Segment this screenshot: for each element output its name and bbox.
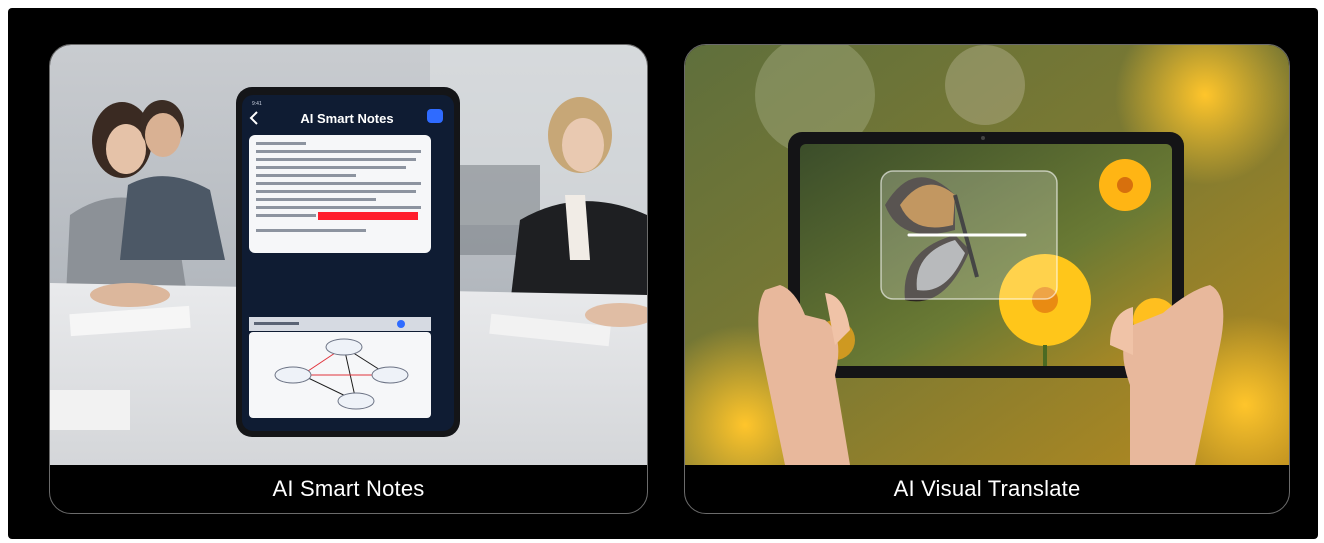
highlight-bar (318, 212, 418, 220)
smart-notes-illustration: 9:41 AI Smart Notes (50, 45, 647, 465)
notes-screen-title: AI Smart Notes (300, 111, 393, 126)
feature-card-visual-translate[interactable]: AI Visual Translate (684, 44, 1290, 514)
toolbar-toggle-icon[interactable] (397, 320, 405, 328)
visual-translate-illustration (685, 45, 1289, 465)
page-frame: 9:41 AI Smart Notes AI Smart Notes AI Vi… (8, 8, 1318, 539)
menu-button-icon[interactable] (427, 109, 443, 123)
feature-card-smart-notes[interactable]: 9:41 AI Smart Notes AI Smart Notes (49, 44, 648, 514)
tablet-device: 9:41 AI Smart Notes (236, 87, 460, 437)
feature-caption-smart-notes: AI Smart Notes (272, 476, 425, 501)
feature-caption-visual-translate: AI Visual Translate (893, 476, 1081, 501)
svg-text:9:41: 9:41 (252, 101, 262, 107)
